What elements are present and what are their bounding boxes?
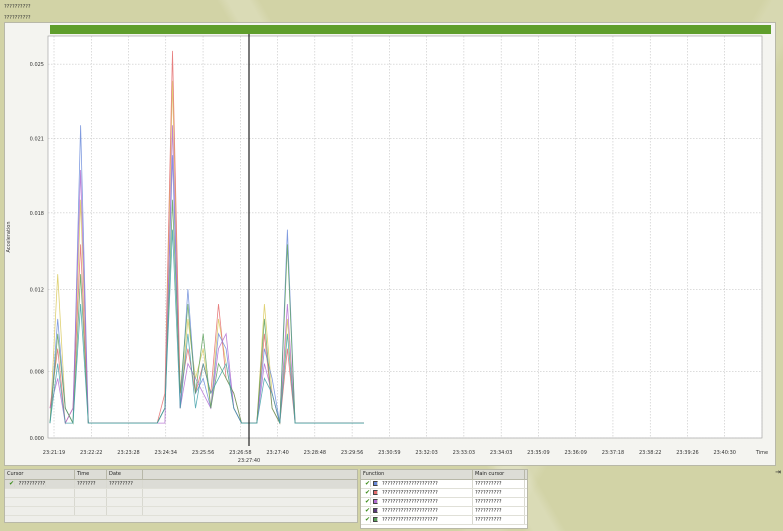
- x-tick-label: 23:35:09: [527, 450, 549, 456]
- x-tick-label: 23:21:19: [43, 450, 65, 456]
- y-axis-label: Acceleration: [6, 221, 12, 252]
- function-row[interactable]: ✔???????????????????????????????: [361, 507, 527, 516]
- x-tick-label: 23:23:28: [117, 450, 139, 456]
- color-swatch-icon: [373, 517, 379, 522]
- x-tick-label: 23:39:26: [676, 450, 698, 456]
- table-row[interactable]: ✔ ?????????? ??????? ?????????: [5, 480, 357, 489]
- x-tick-label: 23:38:22: [639, 450, 661, 456]
- function-row[interactable]: ✔???????????????????????????????: [361, 480, 527, 489]
- col-date[interactable]: Date: [107, 470, 143, 479]
- y-tick-label: 0.018: [30, 211, 44, 217]
- x-tick-label: 23:29:56: [341, 450, 363, 456]
- function-name: ?????????????????????: [382, 499, 438, 505]
- function-table: Function Main cursor ✔??????????????????…: [360, 469, 528, 529]
- x-tick-label: 23:37:18: [602, 450, 624, 456]
- cursor-time-label: 23:27:40: [238, 458, 260, 464]
- checkmark-icon[interactable]: ✔: [7, 480, 16, 487]
- function-row[interactable]: ✔???????????????????????????????: [361, 489, 527, 498]
- x-tick-label: 23:40:30: [714, 450, 736, 456]
- function-value: ??????????: [473, 498, 525, 506]
- x-tick-label: 23:34:03: [490, 450, 512, 456]
- function-name: ?????????????????????: [382, 481, 438, 487]
- function-value: ??????????: [473, 507, 525, 515]
- y-tick-label: 0.000: [30, 436, 44, 442]
- x-tick-label: 23:28:48: [304, 450, 326, 456]
- function-name: ?????????????????????: [382, 490, 438, 496]
- table-row[interactable]: [5, 498, 357, 507]
- checkmark-icon[interactable]: ✔: [363, 480, 372, 487]
- cursor-name: ??????????: [16, 481, 47, 487]
- x-tick-label: Time: [755, 450, 768, 456]
- col-time[interactable]: Time: [75, 470, 107, 479]
- checkmark-icon[interactable]: ✔: [363, 507, 372, 514]
- cursor-table: Cursor Time Date ✔ ?????????? ??????? ??…: [4, 469, 358, 523]
- y-tick-label: 0.021: [30, 137, 44, 143]
- x-tick-label: 23:30:59: [378, 450, 400, 456]
- function-value: ??????????: [473, 516, 525, 524]
- function-value: ??????????: [473, 489, 525, 497]
- resize-arrow-icon[interactable]: ⇥: [775, 468, 781, 476]
- table-row[interactable]: [5, 489, 357, 498]
- plot-area: [47, 35, 763, 439]
- color-swatch-icon: [373, 490, 379, 495]
- col-cursor[interactable]: Cursor: [5, 470, 75, 479]
- function-name: ?????????????????????: [382, 508, 438, 514]
- function-value: ??????????: [473, 480, 525, 488]
- chart-grid: [47, 35, 763, 439]
- checkmark-icon[interactable]: ✔: [363, 489, 372, 496]
- x-tick-label: 23:22:22: [80, 450, 102, 456]
- color-swatch-icon: [373, 508, 379, 513]
- col-main-cursor[interactable]: Main cursor: [473, 470, 525, 479]
- x-tick-label: 23:24:34: [155, 450, 177, 456]
- function-name: ?????????????????????: [382, 517, 438, 523]
- checkmark-icon[interactable]: ✔: [363, 498, 372, 505]
- function-table-header: Function Main cursor: [361, 470, 527, 480]
- cursor-date: ?????????: [107, 480, 143, 488]
- x-tick-label: 23:36:09: [564, 450, 586, 456]
- y-tick-label: 0.012: [30, 287, 44, 293]
- y-tick-label: 0.025: [30, 62, 44, 68]
- function-rows: ✔??????????????????????????????? ✔???????…: [361, 480, 527, 525]
- x-tick-label: 23:26:58: [229, 450, 251, 456]
- y-tick-label: 0.008: [30, 370, 44, 376]
- color-swatch-icon: [373, 499, 379, 504]
- function-row[interactable]: ✔???????????????????????????????: [361, 516, 527, 525]
- checkmark-icon[interactable]: ✔: [363, 516, 372, 523]
- x-tick-label: 23:27:40: [266, 450, 288, 456]
- acceleration-chart[interactable]: 23:21:19 23:22:22 23:23:28 23:24:34 23:25:56…: [0, 0, 783, 470]
- table-row[interactable]: [5, 507, 357, 516]
- col-function[interactable]: Function: [361, 470, 473, 479]
- x-tick-label: 23:33:03: [453, 450, 475, 456]
- function-row[interactable]: ✔???????????????????????????????: [361, 498, 527, 507]
- cursor-time: ???????: [75, 480, 107, 488]
- cursor-table-header: Cursor Time Date: [5, 470, 357, 480]
- color-swatch-icon: [373, 481, 379, 486]
- x-tick-label: 23:32:03: [415, 450, 437, 456]
- x-tick-label: 23:25:56: [192, 450, 214, 456]
